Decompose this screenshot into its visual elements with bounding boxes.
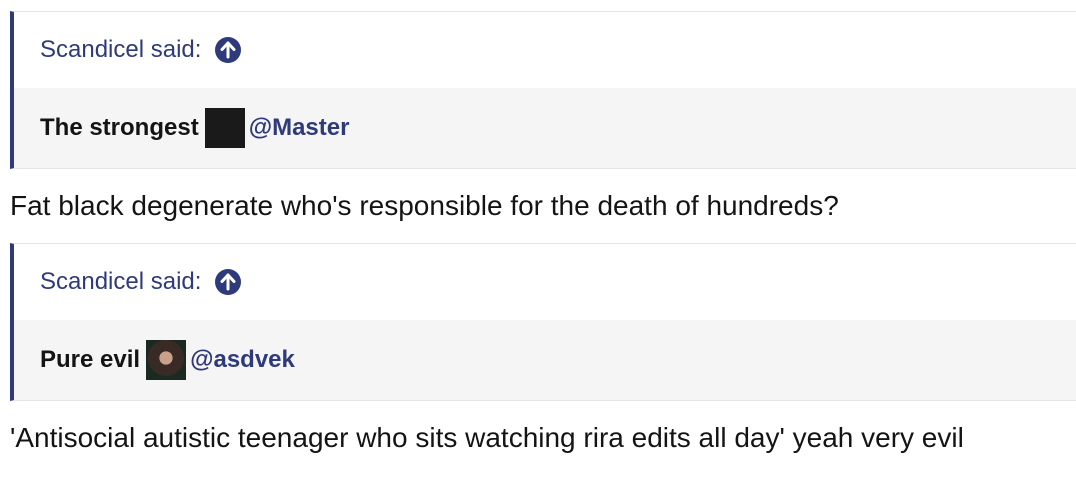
quote-text: Pure evil (40, 346, 141, 373)
user-mention-link[interactable]: @Master (249, 114, 350, 142)
quote-text: The strongest (40, 114, 199, 141)
arrow-up-circle-icon[interactable] (215, 37, 242, 63)
avatar[interactable] (204, 108, 245, 148)
post-text: 'Antisocial autistic teenager who sits w… (10, 422, 964, 453)
avatar[interactable] (146, 340, 187, 380)
arrow-up-circle-icon[interactable] (215, 269, 242, 295)
post-text: Fat black degenerate who's responsible f… (10, 190, 839, 221)
quote-block: Scandicel said: The strongest @Master (10, 11, 1076, 169)
quote-block: Scandicel said: Pure evil @asdvek (10, 243, 1076, 401)
quote-body: The strongest @Master (14, 88, 1076, 168)
quote-author[interactable]: Scandicel said: (40, 268, 201, 296)
quote-header: Scandicel said: (14, 12, 1076, 88)
quote-body: Pure evil @asdvek (14, 320, 1076, 400)
quote-author[interactable]: Scandicel said: (40, 36, 201, 64)
user-mention-link[interactable]: @asdvek (190, 346, 295, 374)
quote-header: Scandicel said: (14, 244, 1076, 320)
